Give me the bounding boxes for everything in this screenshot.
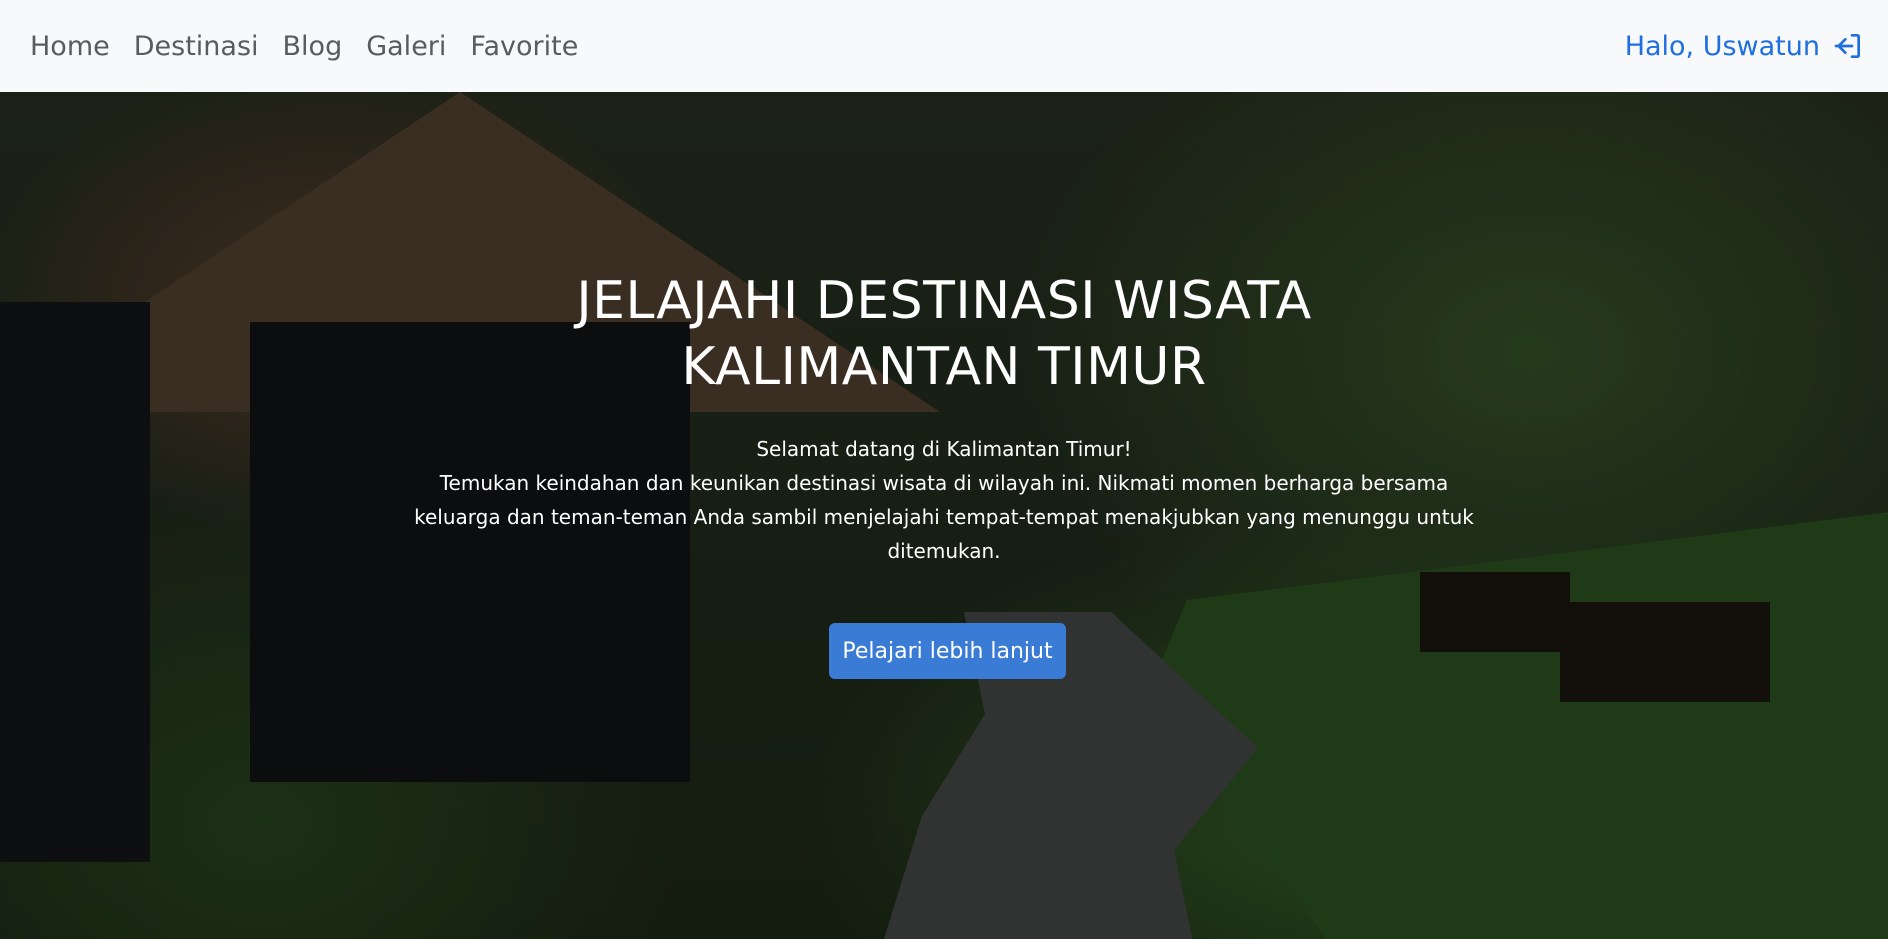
nav-links: Home Destinasi Blog Galeri Favorite: [30, 31, 602, 62]
logout-icon[interactable]: [1832, 30, 1864, 62]
hero-welcome: Selamat datang di Kalimantan Timur!: [756, 437, 1132, 461]
nav-link-destinasi[interactable]: Destinasi: [134, 31, 259, 62]
hero-description: Temukan keindahan dan keunikan destinasi…: [414, 471, 1474, 563]
nav-link-galeri[interactable]: Galeri: [366, 31, 446, 62]
top-navbar: Home Destinasi Blog Galeri Favorite Halo…: [0, 0, 1888, 92]
user-logout-link[interactable]: Halo, Uswatun: [1625, 30, 1864, 62]
user-greeting: Halo, Uswatun: [1624, 30, 1820, 62]
nav-link-blog[interactable]: Blog: [283, 31, 343, 62]
learn-more-button[interactable]: Pelajari lebih lanjut: [829, 623, 1066, 679]
hero-section: JELAJAHI DESTINASI WISATA KALIMANTAN TIM…: [0, 92, 1888, 939]
nav-link-home[interactable]: Home: [30, 31, 110, 62]
nav-link-favorite[interactable]: Favorite: [470, 31, 578, 62]
hero-text: Selamat datang di Kalimantan Timur! Temu…: [404, 432, 1484, 568]
hero-title: JELAJAHI DESTINASI WISATA KALIMANTAN TIM…: [576, 271, 1312, 397]
